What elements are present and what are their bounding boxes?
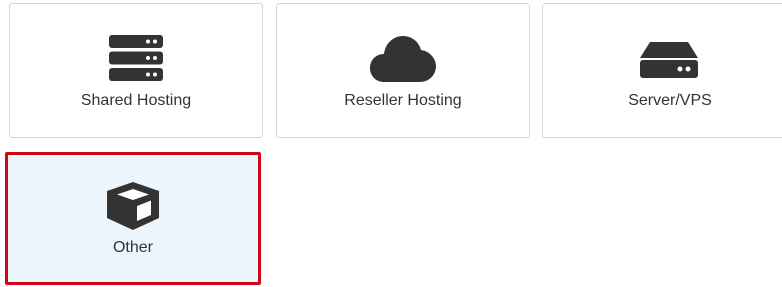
shared-hosting-card[interactable]: Shared Hosting <box>9 3 263 138</box>
hard-drive-icon <box>640 42 698 78</box>
server-vps-card[interactable]: Server/VPS <box>542 3 782 138</box>
other-label: Other <box>112 239 153 256</box>
product-type-grid: Shared Hosting Reseller Hosting Server/V… <box>0 0 782 287</box>
other-card[interactable]: Other <box>5 152 261 285</box>
cube-icon <box>107 182 159 230</box>
shared-hosting-label: Shared Hosting <box>80 92 192 109</box>
server-vps-label: Server/VPS <box>628 92 712 109</box>
server-stack-icon <box>109 35 163 81</box>
reseller-hosting-card[interactable]: Reseller Hosting <box>276 3 530 138</box>
reseller-hosting-label: Reseller Hosting <box>344 92 462 109</box>
cloud-icon <box>370 36 436 82</box>
